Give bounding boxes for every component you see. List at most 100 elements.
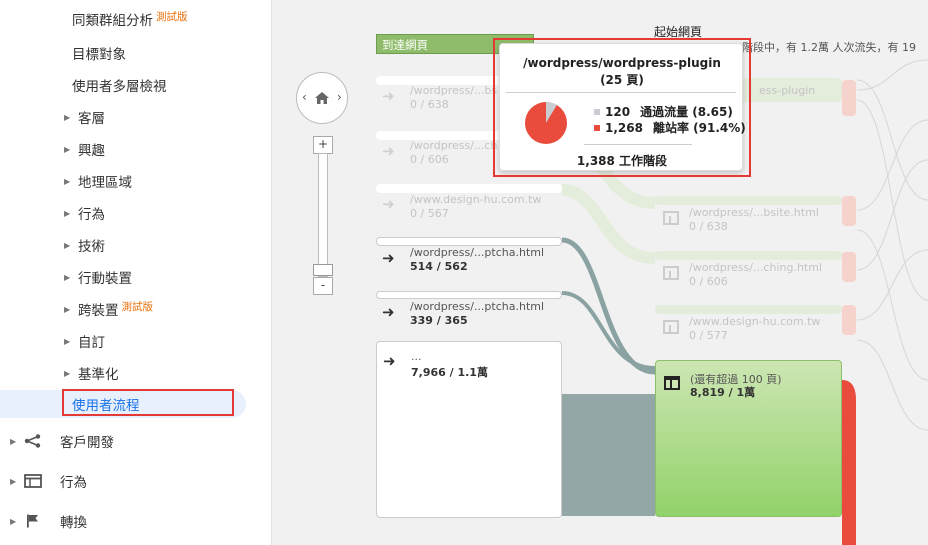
- sidebar-section-conversions[interactable]: ▶ 轉換: [0, 507, 272, 535]
- arrow-right-icon: ➜: [383, 352, 396, 370]
- start-page-node[interactable]: /wordpress/...bsite.html 0 / 638: [655, 196, 842, 236]
- flow-canvas: 到達網頁 起始網頁 階段中，有 1.2萬 人次流失，有 19 ‹ › + - ➜…: [272, 0, 928, 545]
- start-page-node[interactable]: /wordpress/...ching.html 0 / 606: [655, 251, 842, 291]
- page-icon: [663, 266, 679, 280]
- sidebar-item-user-explorer[interactable]: 使用者多層檢視: [0, 71, 272, 99]
- node-label: ess-plugin: [759, 84, 816, 97]
- node-label: /www.design-hu.com.tw: [410, 193, 542, 206]
- sidebar-item-label: 目標對象: [72, 47, 126, 63]
- tooltip-row-through: 120 通過流量 (8.65): [594, 103, 733, 120]
- node-label: /wordpress/...ching.html: [689, 261, 823, 274]
- caret-right-icon: ▶: [10, 436, 17, 446]
- sidebar-item-technology[interactable]: ▶ 技術: [0, 231, 272, 259]
- sidebar-item-benchmarking[interactable]: ▶ 基準化: [0, 359, 272, 387]
- caret-right-icon: ▶: [64, 272, 71, 282]
- node-label: /www.design-hu.com.tw: [689, 315, 821, 328]
- dropoff-bar: [842, 305, 856, 335]
- sidebar-item-label: 使用者流程: [72, 398, 140, 414]
- start-page-node[interactable]: /www.design-hu.com.tw 0 / 577: [655, 305, 842, 345]
- pan-right-icon[interactable]: ›: [337, 90, 342, 104]
- sidebar-item-custom[interactable]: ▶ 自訂: [0, 327, 272, 355]
- sidebar-item-label: 興趣: [78, 143, 105, 159]
- dropoff-bar: [842, 252, 856, 282]
- flow-exit-lines: [856, 59, 928, 431]
- node-value: 0 / 606: [689, 275, 728, 288]
- node-value: 7,966 / 1.1萬: [411, 366, 488, 379]
- sidebar-item-geo[interactable]: ▶ 地理區域: [0, 167, 272, 195]
- zoom-slider-thumb[interactable]: [313, 264, 333, 276]
- pan-left-icon[interactable]: ‹: [302, 90, 307, 104]
- zoom-in-button[interactable]: +: [313, 136, 333, 154]
- sidebar-item-label: 同類群組分析: [72, 13, 153, 29]
- tooltip-label: 離站率 (91.4%): [652, 121, 746, 135]
- legend-swatch: [594, 109, 600, 115]
- tooltip-pie: [525, 102, 567, 144]
- home-icon[interactable]: [314, 91, 330, 105]
- node-bar: [655, 251, 842, 260]
- node-value: 339 / 365: [410, 314, 468, 327]
- start-page-summary: 階段中，有 1.2萬 人次流失，有 19: [742, 41, 916, 54]
- caret-right-icon: ▶: [64, 112, 71, 122]
- tooltip-value: 120: [605, 105, 631, 119]
- node-bar: [655, 196, 842, 205]
- node-value: 0 / 577: [689, 329, 728, 342]
- node-tooltip: /wordpress/wordpress-plugin (25 頁) 120 通過…: [499, 43, 746, 171]
- dropoff-bar: [842, 80, 856, 116]
- zoom-out-button[interactable]: -: [313, 277, 333, 295]
- landing-node[interactable]: ➜ /wordpress/...ptcha.html 339 / 365: [376, 291, 562, 335]
- sidebar-section-acquisition[interactable]: ▶ 客戶開發: [0, 427, 272, 455]
- sidebar-item-label: 基準化: [78, 367, 119, 383]
- arrow-right-icon: ➜: [382, 142, 395, 160]
- pan-control[interactable]: ‹ ›: [296, 72, 348, 124]
- arrow-right-icon: ➜: [382, 249, 395, 267]
- sidebar-item-label: 地理區域: [78, 175, 132, 191]
- sidebar-item-behavior[interactable]: ▶ 行為: [0, 199, 272, 227]
- node-value: 514 / 562: [410, 260, 468, 273]
- sidebar-item-demographics[interactable]: ▶ 客層: [0, 103, 272, 131]
- node-value: 0 / 638: [410, 98, 449, 111]
- node-bar: [655, 305, 842, 314]
- tooltip-sessions: 1,388 工作階段: [576, 154, 668, 168]
- tooltip-title: /wordpress/wordpress-plugin: [523, 56, 721, 70]
- sidebar-section-behavior[interactable]: ▶ 行為: [0, 467, 272, 495]
- caret-right-icon: ▶: [10, 516, 17, 526]
- page-icon: [663, 211, 679, 225]
- sidebar-item-cohort[interactable]: 同類群組分析 測試版: [0, 5, 272, 33]
- sidebar-section-label: 行為: [60, 475, 87, 491]
- page-icon: [664, 376, 680, 390]
- caret-right-icon: ▶: [64, 176, 71, 186]
- flag-icon: [27, 514, 38, 528]
- sidebar-item-interests[interactable]: ▶ 興趣: [0, 135, 272, 163]
- dropoff-bar: [842, 196, 856, 226]
- flow-band-main: [562, 394, 655, 516]
- caret-right-icon: ▶: [64, 208, 71, 218]
- landing-node[interactable]: ➜ /wordpress/...ptcha.html 514 / 562: [376, 237, 562, 281]
- caret-right-icon: ▶: [64, 368, 71, 378]
- node-label: /wordpress/...ch: [410, 139, 498, 152]
- node-value: 8,819 / 1萬: [690, 386, 756, 399]
- tooltip-divider: [506, 92, 736, 93]
- behavior-icon: [24, 474, 42, 488]
- sidebar-item-mobile[interactable]: ▶ 行動裝置: [0, 263, 272, 291]
- node-bar: [376, 184, 562, 193]
- arrow-right-icon: ➜: [382, 195, 395, 213]
- landing-node-more[interactable]: ➜ ... 7,966 / 1.1萬: [376, 341, 562, 518]
- caret-right-icon: ▶: [64, 336, 71, 346]
- sidebar-item-cross-device[interactable]: ▶ 跨裝置 測試版: [0, 295, 272, 323]
- tooltip-value: 1,268: [605, 121, 643, 135]
- sidebar-item-users-flow[interactable]: 使用者流程: [0, 390, 246, 418]
- caret-right-icon: ▶: [10, 476, 17, 486]
- landing-node[interactable]: ➜ /www.design-hu.com.tw 0 / 567: [376, 184, 562, 228]
- sidebar-item-label: 自訂: [78, 335, 105, 351]
- sidebar-item-label: 行為: [78, 207, 105, 223]
- caret-right-icon: ▶: [64, 240, 71, 250]
- start-page-node-more[interactable]: (還有超過 100 頁) 8,819 / 1萬: [655, 360, 842, 517]
- node-label: /wordpress/...ptcha.html: [410, 300, 545, 313]
- sidebar-item-audiences[interactable]: 目標對象: [0, 39, 272, 67]
- sidebar-section-label: 轉換: [60, 515, 87, 531]
- beta-badge: 測試版: [121, 301, 154, 313]
- acquisition-icon: [24, 434, 41, 448]
- node-label: ...: [411, 350, 422, 363]
- node-value: 0 / 638: [689, 220, 728, 233]
- zoom-slider-track[interactable]: [318, 153, 328, 277]
